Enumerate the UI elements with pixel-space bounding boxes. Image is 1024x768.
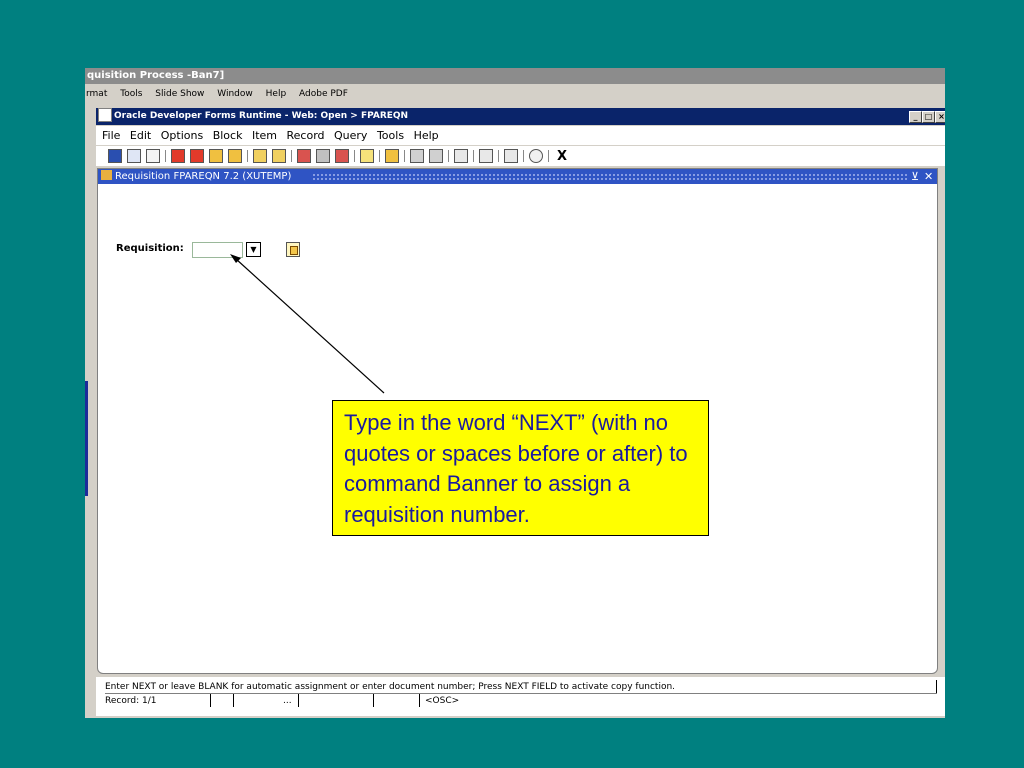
record-indicator: Record: 1/1 [105,696,157,706]
toolbar-separator [379,150,380,162]
save-icon[interactable] [108,149,122,163]
toolbar-separator [404,150,405,162]
close-icon[interactable]: × [935,111,945,123]
menu-query[interactable]: Query [334,129,367,142]
form-title-bar: Requisition FPAREQN 7.2 (XUTEMP) ⊻ ✕ [98,169,937,184]
powerpoint-title-bar: quisition Process -Ban7] [85,68,945,84]
status-divider [298,694,299,707]
toolbar-separator [523,150,524,162]
print-icon[interactable] [146,149,160,163]
maximize-icon[interactable]: □ [922,111,935,123]
requisition-label: Requisition: [116,243,184,254]
menu-tools[interactable]: Tools [377,129,404,142]
oracle-title-bar: Oracle Developer Forms Runtime - Web: Op… [96,108,945,125]
form-title-text: Requisition FPAREQN 7.2 (XUTEMP) [115,171,292,182]
insert-record-icon[interactable] [297,149,311,163]
powerpoint-menu-bar: rmat Tools Slide Show Window Help Adobe … [85,84,945,104]
links-icon[interactable] [504,149,518,163]
oracle-toolbar: X [96,146,945,166]
form-close-icon[interactable]: ✕ [924,169,933,184]
toolbar-separator [448,150,449,162]
menu-slide-show[interactable]: Slide Show [155,89,204,99]
clear-record-icon[interactable] [335,149,349,163]
attachment-icon[interactable] [410,149,424,163]
next-record-icon[interactable] [228,149,242,163]
status-divider [936,680,937,693]
toolbar-separator [247,150,248,162]
instruction-callout: Type in the word “NEXT” (with no quotes … [332,400,709,536]
menu-format[interactable]: rmat [86,89,107,99]
toolbar-separator [291,150,292,162]
menu-edit[interactable]: Edit [130,129,151,142]
menu-help[interactable]: Help [414,129,439,142]
menu-file[interactable]: File [102,129,120,142]
enter-query-icon[interactable] [253,149,267,163]
menu-tools[interactable]: Tools [120,89,142,99]
status-divider [233,694,234,707]
status-divider [210,694,211,707]
chevron-down-icon[interactable]: ▼ [246,242,261,257]
exit-icon[interactable]: X [557,149,567,164]
menu-record[interactable]: Record [287,129,325,142]
toolbar-separator [165,150,166,162]
oracle-app-icon [98,108,112,122]
next-block-icon[interactable] [190,149,204,163]
menu-window[interactable]: Window [217,89,253,99]
toolbar-separator [354,150,355,162]
status-ellipsis: ... [283,696,292,706]
requisition-input[interactable] [192,242,243,258]
toolbar-separator [548,150,549,162]
osc-indicator: <OSC> [425,696,460,706]
form-minimize-icon[interactable]: ⊻ [911,169,919,184]
menu-help[interactable]: Help [266,89,287,99]
oracle-menu-bar: File Edit Options Block Item Record Quer… [96,126,945,145]
menu-item[interactable]: Item [252,129,277,142]
remove-record-icon[interactable] [316,149,330,163]
menu-adobe-pdf[interactable]: Adobe PDF [299,89,348,99]
status-divider [373,694,374,707]
minimize-icon[interactable]: _ [909,111,922,123]
copy-document-icon[interactable] [286,242,300,257]
rollback-icon[interactable] [127,149,141,163]
form-icon [101,170,112,180]
toolbar-separator [473,150,474,162]
menu-block[interactable]: Block [213,129,243,142]
retrieve-icon[interactable] [360,149,374,163]
audio-icon[interactable] [454,149,468,163]
toolbar-separator [498,150,499,162]
oracle-title-text: Oracle Developer Forms Runtime - Web: Op… [114,111,409,121]
title-pattern [312,173,909,180]
workflow-icon[interactable] [429,149,443,163]
status-divider [419,694,420,707]
previous-block-icon[interactable] [171,149,185,163]
execute-query-icon[interactable] [272,149,286,163]
status-message: Enter NEXT or leave BLANK for automatic … [105,681,937,694]
previous-record-icon[interactable] [209,149,223,163]
slide-edge-bar [85,381,88,496]
options-icon[interactable] [385,149,399,163]
help-icon[interactable] [529,149,543,163]
menu-options[interactable]: Options [161,129,203,142]
site-map-icon[interactable] [479,149,493,163]
